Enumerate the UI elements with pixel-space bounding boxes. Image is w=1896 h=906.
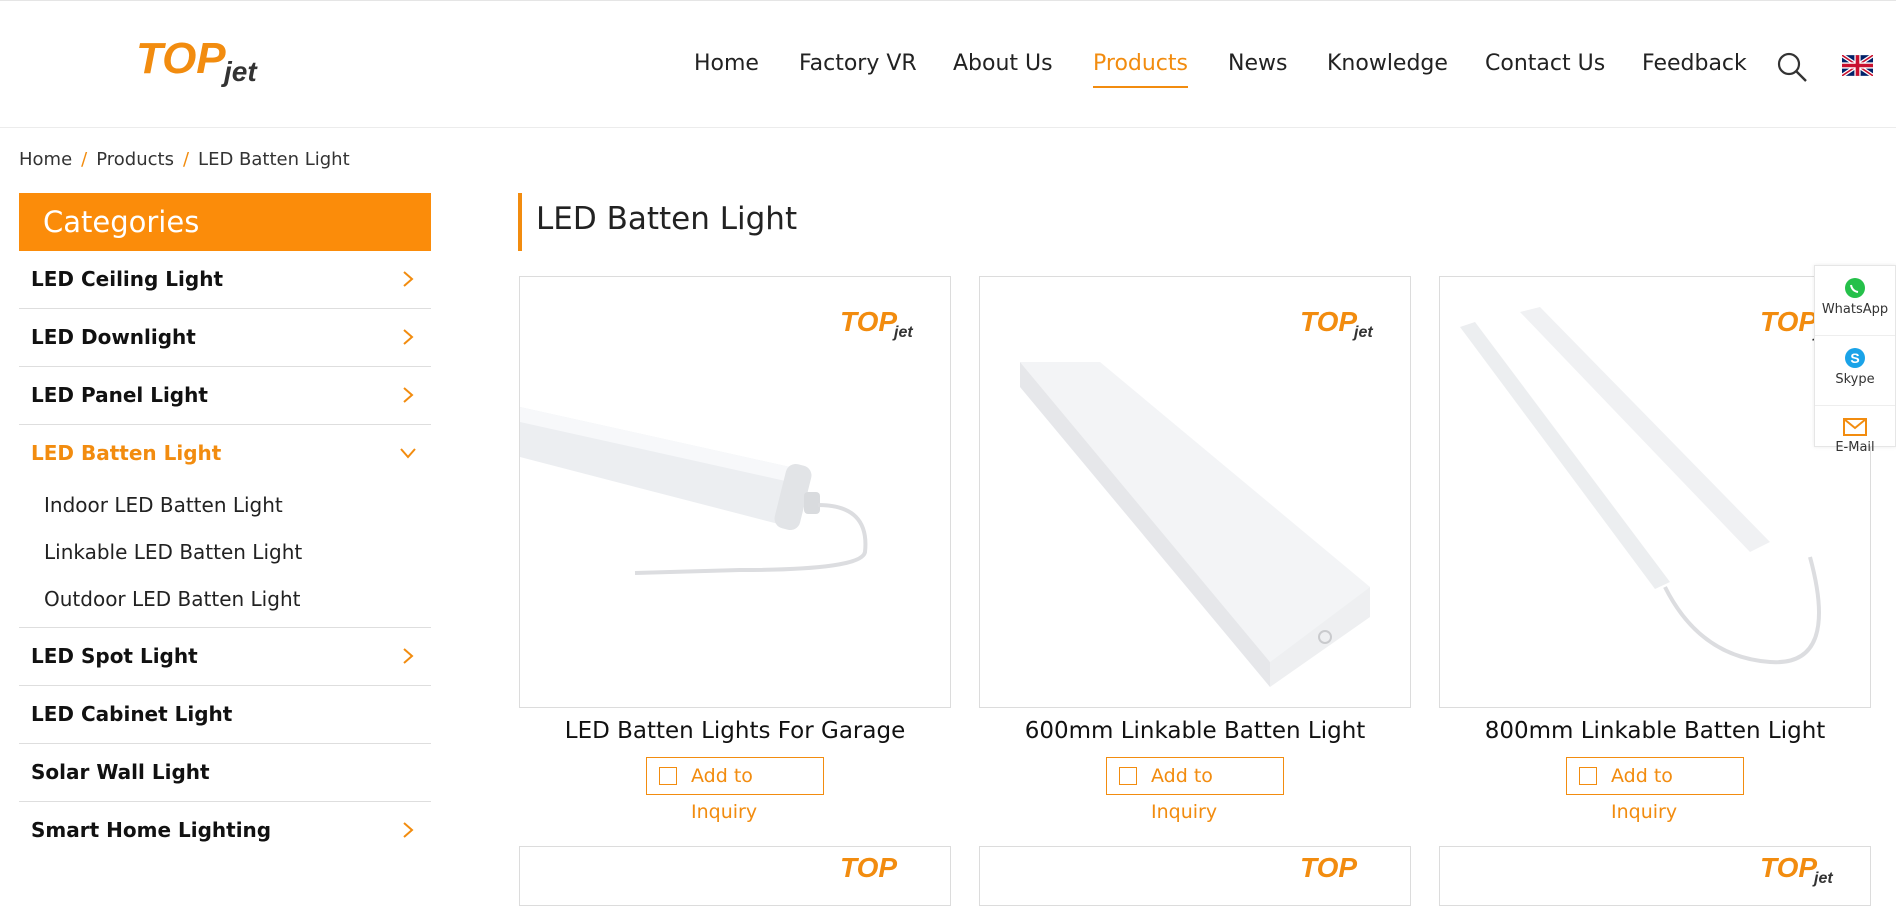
add-to-inquiry-button[interactable]: Add to Inquiry	[646, 757, 824, 823]
topjet-watermark-logo: TOP	[1300, 853, 1357, 883]
svg-text:TOP: TOP	[1760, 853, 1817, 883]
uk-flag-icon[interactable]	[1842, 55, 1873, 76]
chevron-right-icon[interactable]	[399, 270, 417, 288]
site-header: TOP jet Home Factory VR About Us Product…	[0, 0, 1896, 128]
contact-skype[interactable]: S Skype	[1815, 346, 1895, 406]
svg-text:S: S	[1850, 350, 1859, 366]
category-led-spot-light[interactable]: LED Spot Light	[19, 628, 431, 686]
title-accent-bar	[518, 193, 522, 251]
contact-label: E-Mail	[1835, 440, 1875, 455]
contact-whatsapp[interactable]: WhatsApp	[1815, 276, 1895, 336]
breadcrumb-separator: /	[182, 149, 190, 170]
chevron-right-icon[interactable]	[399, 328, 417, 346]
contact-label: WhatsApp	[1821, 302, 1889, 317]
add-to-inquiry-label: Add to Inquiry	[1151, 765, 1218, 823]
email-icon	[1843, 418, 1867, 436]
product-image-linkable-batten	[1020, 362, 1370, 687]
subcategory-linkable[interactable]: Linkable LED Batten Light	[19, 529, 431, 576]
category-label: LED Ceiling Light	[31, 267, 224, 291]
topjet-watermark-logo: TOP jet	[1760, 853, 1833, 887]
product-name[interactable]: 600mm Linkable Batten Light	[979, 718, 1411, 744]
topjet-watermark-logo: TOP	[840, 853, 897, 883]
category-led-ceiling-light[interactable]: LED Ceiling Light	[19, 251, 431, 309]
nav-news[interactable]: News	[1228, 51, 1287, 86]
skype-icon: S	[1845, 348, 1865, 368]
search-icon[interactable]	[1776, 51, 1808, 83]
product-card[interactable]: TOP	[979, 846, 1411, 906]
nav-home[interactable]: Home	[694, 51, 759, 86]
subcategory-indoor[interactable]: Indoor LED Batten Light	[19, 482, 431, 529]
category-label: LED Cabinet Light	[31, 702, 233, 726]
product-card[interactable]: TOP jet	[1439, 846, 1871, 906]
checkbox-icon[interactable]	[1119, 767, 1137, 785]
add-to-inquiry-label: Add to Inquiry	[1611, 765, 1678, 823]
category-label: LED Spot Light	[31, 644, 198, 668]
category-label: Smart Home Lighting	[31, 818, 272, 842]
nav-products[interactable]: Products	[1093, 51, 1188, 88]
category-led-panel-light[interactable]: LED Panel Light	[19, 367, 431, 425]
category-label: LED Downlight	[31, 325, 196, 349]
subcategory-outdoor[interactable]: Outdoor LED Batten Light	[19, 576, 431, 623]
breadcrumb-separator: /	[81, 149, 88, 170]
category-led-batten-light[interactable]: LED Batten Light	[19, 425, 431, 482]
add-to-inquiry-button[interactable]: Add to Inquiry	[1566, 757, 1744, 823]
category-label: LED Panel Light	[31, 383, 208, 407]
categories-header: Categories	[19, 193, 431, 251]
breadcrumb-home[interactable]: Home	[19, 149, 72, 170]
product-image-linkable-pair	[1460, 307, 1821, 665]
category-label: Solar Wall Light	[31, 760, 210, 784]
svg-text:jet: jet	[1812, 870, 1833, 887]
category-led-cabinet-light[interactable]: LED Cabinet Light	[19, 686, 431, 744]
nav-factory-vr[interactable]: Factory VR	[799, 51, 917, 86]
category-list: LED Ceiling Light LED Downlight LED Pane…	[19, 251, 431, 859]
checkbox-icon[interactable]	[659, 767, 677, 785]
product-image-batten-tube	[520, 407, 868, 575]
product-card[interactable]: TOP jet	[519, 276, 951, 708]
breadcrumb-products[interactable]: Products	[96, 149, 174, 170]
category-smart-home-lighting[interactable]: Smart Home Lighting	[19, 802, 431, 859]
contact-label: Skype	[1835, 372, 1875, 387]
contact-float-bar: WhatsApp S Skype E-Mail	[1814, 265, 1896, 455]
nav-contact-us[interactable]: Contact Us	[1485, 51, 1605, 86]
nav-feedback[interactable]: Feedback	[1642, 51, 1747, 86]
product-card[interactable]: TOP jet	[1439, 276, 1871, 708]
whatsapp-icon	[1845, 278, 1865, 298]
chevron-right-icon[interactable]	[399, 647, 417, 665]
checkbox-icon[interactable]	[1579, 767, 1597, 785]
add-to-inquiry-label: Add to Inquiry	[691, 765, 758, 823]
contact-email[interactable]: E-Mail	[1815, 416, 1895, 476]
page-title: LED Batten Light	[536, 201, 798, 237]
chevron-right-icon[interactable]	[399, 821, 417, 839]
category-solar-wall-light[interactable]: Solar Wall Light	[19, 744, 431, 802]
svg-text:TOP: TOP	[840, 853, 897, 883]
category-led-downlight[interactable]: LED Downlight	[19, 309, 431, 367]
category-label: LED Batten Light	[31, 441, 222, 465]
chevron-down-icon[interactable]	[399, 444, 417, 462]
main-nav: Home Factory VR About Us Products News K…	[0, 51, 1896, 91]
product-name[interactable]: LED Batten Lights For Garage	[519, 718, 951, 744]
subcategory-list: Indoor LED Batten Light Linkable LED Bat…	[19, 482, 431, 628]
nav-about-us[interactable]: About Us	[953, 51, 1053, 86]
product-card[interactable]: TOP jet	[979, 276, 1411, 708]
product-name[interactable]: 800mm Linkable Batten Light	[1439, 718, 1871, 744]
product-card[interactable]: TOP	[519, 846, 951, 906]
add-to-inquiry-button[interactable]: Add to Inquiry	[1106, 757, 1284, 823]
nav-knowledge[interactable]: Knowledge	[1327, 51, 1448, 86]
chevron-right-icon[interactable]	[399, 386, 417, 404]
breadcrumb-current: LED Batten Light	[198, 149, 350, 170]
svg-text:TOP: TOP	[1300, 853, 1357, 883]
breadcrumb: Home / Products / LED Batten Light	[19, 149, 350, 170]
